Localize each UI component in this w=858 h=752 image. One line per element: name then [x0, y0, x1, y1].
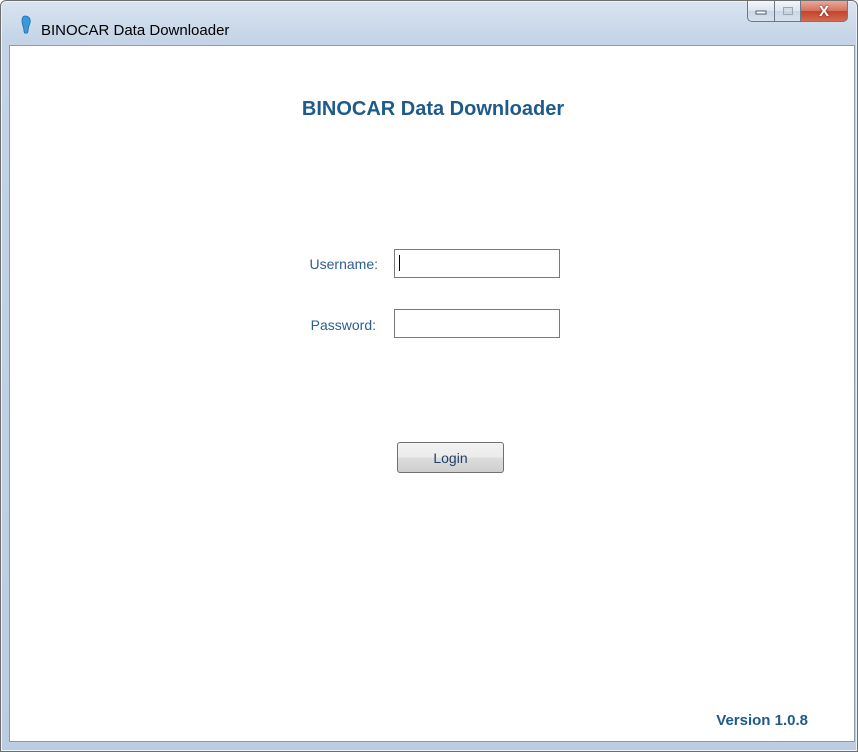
client-area: BINOCAR Data Downloader Username: Passwo… [9, 45, 855, 742]
caption-buttons: X [747, 1, 848, 23]
login-button[interactable]: Login [397, 442, 504, 473]
password-input[interactable] [394, 309, 560, 338]
username-input[interactable] [394, 249, 560, 278]
close-icon: X [818, 2, 829, 20]
version-label: Version 1.0.8 [716, 712, 808, 729]
title-bar[interactable]: BINOCAR Data Downloader X [1, 1, 857, 45]
password-label: Password: [310, 317, 376, 333]
text-caret [399, 255, 400, 271]
maximize-icon [782, 7, 793, 15]
username-label: Username: [309, 256, 378, 272]
page-title: BINOCAR Data Downloader [301, 98, 565, 120]
window-title: BINOCAR Data Downloader [41, 22, 230, 39]
footprint-icon [21, 15, 31, 34]
app-window: BINOCAR Data Downloader X BINOCAR Data D… [0, 0, 858, 752]
close-button[interactable]: X [801, 1, 848, 22]
minimize-icon [755, 10, 767, 15]
minimize-button[interactable] [747, 1, 775, 22]
maximize-button[interactable] [775, 1, 801, 22]
